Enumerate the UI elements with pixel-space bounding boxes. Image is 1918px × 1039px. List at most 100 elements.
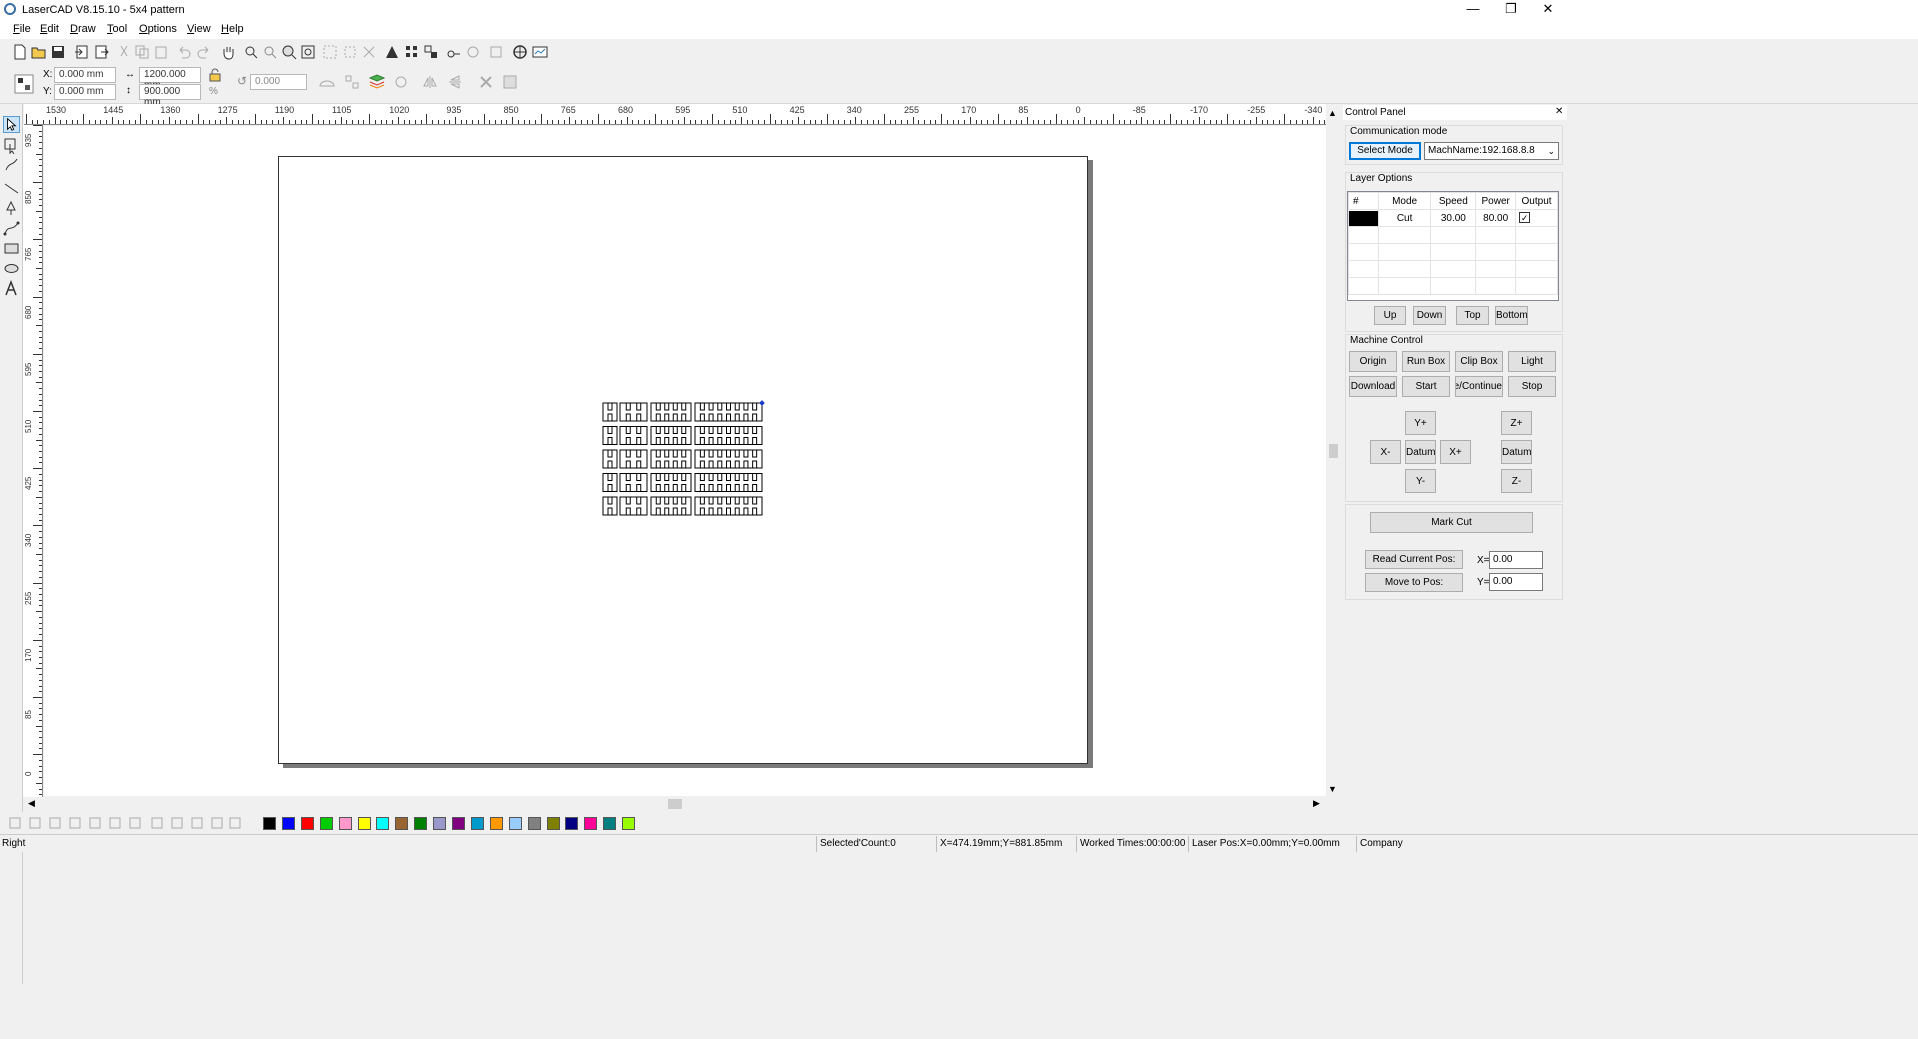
layer-output-checkbox[interactable]: ✓	[1515, 209, 1558, 227]
color-swatch[interactable]	[319, 817, 333, 830]
cut-pattern-group[interactable]	[600, 398, 770, 522]
jog-x-minus-button[interactable]: X-	[1370, 440, 1401, 464]
machine-settings-icon[interactable]	[512, 44, 528, 60]
layer-top-button[interactable]: Top	[1456, 306, 1489, 325]
jog-z-plus-button[interactable]: Z+	[1501, 411, 1532, 435]
color-swatch[interactable]	[263, 817, 276, 830]
layer-down-button[interactable]: Down	[1413, 306, 1446, 325]
color-swatch[interactable]	[452, 817, 465, 830]
cut-piece[interactable]	[619, 402, 648, 422]
cut-piece[interactable]	[602, 449, 618, 469]
color-swatch[interactable]	[603, 817, 617, 830]
color-swatch[interactable]	[300, 817, 314, 830]
curve-tool-icon[interactable]	[3, 220, 20, 237]
cut-piece[interactable]	[650, 402, 692, 422]
pan-hand-icon[interactable]	[220, 44, 236, 60]
selection-handle[interactable]	[759, 400, 765, 406]
jog-z-minus-button[interactable]: Z-	[1501, 469, 1532, 493]
cut-piece[interactable]	[619, 449, 648, 469]
layer-speed[interactable]: 30.00	[1430, 209, 1477, 227]
layer-mode[interactable]: Cut	[1377, 209, 1432, 227]
color-swatch[interactable]	[414, 817, 428, 830]
select-mode-button[interactable]: Select Mode	[1349, 142, 1421, 160]
color-swatch[interactable]	[527, 817, 541, 830]
cut-piece[interactable]	[619, 473, 648, 492]
horizontal-scroll-thumb[interactable]	[668, 799, 682, 809]
color-swatch[interactable]	[584, 817, 598, 830]
rectangle-tool-icon[interactable]	[3, 240, 20, 257]
color-swatch[interactable]	[622, 817, 636, 830]
read-current-pos-button[interactable]: Read Current Pos:	[1365, 550, 1463, 569]
download-button[interactable]: Download	[1349, 376, 1397, 397]
jog-x-plus-button[interactable]: X+	[1440, 440, 1471, 464]
width-field[interactable]: 1200.000 mm	[139, 67, 201, 91]
color-swatch[interactable]	[281, 817, 295, 830]
color-swatch[interactable]	[357, 817, 371, 830]
menu-options[interactable]: Options	[139, 23, 177, 35]
cut-piece[interactable]	[602, 426, 618, 445]
color-swatch[interactable]	[546, 817, 560, 830]
export-icon[interactable]	[93, 44, 109, 60]
zoom-out-icon[interactable]	[262, 44, 278, 60]
close-button[interactable]: ✕	[1525, 0, 1571, 19]
menu-help[interactable]: Help	[221, 23, 244, 35]
layer-icon[interactable]	[369, 73, 385, 89]
optimize-path-icon[interactable]	[446, 44, 462, 60]
mark-cut-button[interactable]: Mark Cut	[1370, 512, 1533, 533]
jog-y-minus-button[interactable]: Y-	[1405, 469, 1436, 493]
color-swatch[interactable]	[565, 817, 579, 830]
color-swatch[interactable]	[508, 817, 522, 830]
node-select-tool-icon[interactable]	[3, 137, 20, 154]
jog-y-plus-button[interactable]: Y+	[1405, 411, 1436, 435]
move-to-pos-button[interactable]: Move to Pos:	[1365, 573, 1463, 592]
cut-piece[interactable]	[650, 426, 692, 445]
height-field[interactable]: 900.000 mm	[139, 84, 201, 108]
zoom-in-icon[interactable]	[243, 44, 259, 60]
cut-piece[interactable]	[602, 402, 618, 422]
y-position-field[interactable]: 0.000 mm	[54, 84, 116, 100]
menu-tool[interactable]: Tool	[107, 23, 127, 35]
select-tool-icon[interactable]	[3, 116, 20, 133]
zoom-page-icon[interactable]	[300, 44, 316, 60]
anchor-grid-icon[interactable]	[14, 74, 34, 94]
cut-piece[interactable]	[619, 426, 648, 445]
vertical-scroll-thumb[interactable]	[1329, 444, 1338, 458]
save-icon[interactable]	[50, 44, 66, 60]
menu-view[interactable]: View	[187, 23, 211, 35]
pos-y-field[interactable]: 0.00	[1489, 573, 1543, 591]
scroll-right-icon[interactable]: ▶	[1313, 798, 1320, 809]
jog-datum-button[interactable]: Datum	[1405, 440, 1436, 464]
layer-power[interactable]: 80.00	[1475, 209, 1517, 227]
origin-button[interactable]: Origin	[1349, 351, 1397, 372]
cut-piece[interactable]	[694, 426, 763, 445]
table-row[interactable]: Cut 30.00 80.00 ✓	[1348, 209, 1558, 227]
new-file-icon[interactable]	[12, 44, 28, 60]
cut-piece[interactable]	[694, 449, 763, 469]
stop-button[interactable]: Stop	[1508, 376, 1556, 397]
color-swatch[interactable]	[433, 817, 447, 830]
cut-piece[interactable]	[602, 496, 618, 516]
control-panel-close-icon[interactable]: ✕	[1555, 106, 1563, 117]
text-tool-icon[interactable]	[3, 280, 20, 297]
pause-continue-button[interactable]: Pause/Continue	[1455, 376, 1503, 397]
cut-piece[interactable]	[602, 473, 618, 492]
node-edit-icon[interactable]	[384, 44, 400, 60]
cut-piece[interactable]	[650, 449, 692, 469]
line-tool-icon[interactable]	[3, 180, 20, 197]
x-position-field[interactable]: 0.000 mm	[54, 67, 116, 83]
rotate-field[interactable]: 0.000	[250, 74, 307, 90]
ellipse-tool-icon[interactable]	[3, 260, 20, 277]
align-icon[interactable]	[423, 44, 439, 60]
array-icon[interactable]	[404, 44, 420, 60]
horizontal-scrollbar[interactable]: ◀ ▶	[24, 797, 1326, 811]
zoom-window-icon[interactable]	[281, 44, 297, 60]
run-box-button[interactable]: Run Box	[1402, 351, 1450, 372]
start-button[interactable]: Start	[1402, 376, 1450, 397]
machine-select[interactable]: MachName:192.168.8.8 ⌄	[1424, 142, 1559, 160]
cut-piece[interactable]	[694, 402, 763, 422]
scroll-down-icon[interactable]: ▼	[1328, 784, 1337, 794]
cut-piece[interactable]	[619, 496, 648, 516]
menu-edit[interactable]: Edit	[40, 23, 59, 35]
import-icon[interactable]	[74, 44, 90, 60]
color-swatch[interactable]	[376, 817, 390, 830]
